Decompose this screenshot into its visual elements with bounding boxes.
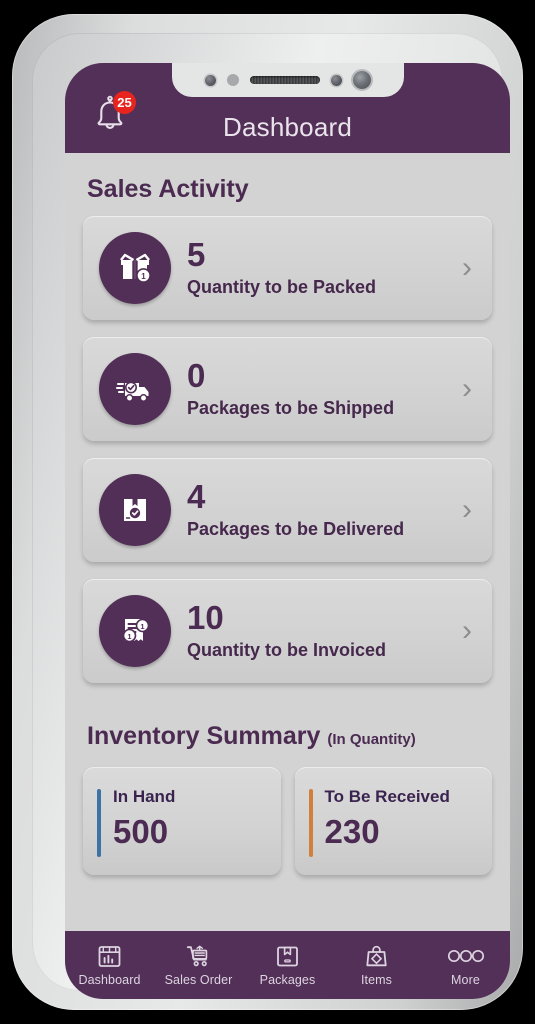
card-value: 5 <box>187 235 206 273</box>
accent-bar <box>97 789 101 857</box>
activity-card-packages-to-be-delivered[interactable]: 4 Packages to be Delivered › <box>83 458 492 562</box>
card-text-block: 10 Quantity to be Invoiced <box>187 598 387 662</box>
inventory-summary-subtitle: (In Quantity) <box>327 731 416 748</box>
card-text-block: 0 Packages to be Shipped <box>187 356 395 420</box>
nav-label: Dashboard <box>78 973 141 987</box>
notification-badge: 25 <box>113 91 136 114</box>
inventory-label: To Be Received <box>324 787 450 806</box>
proximity-sensor-icon <box>204 74 216 86</box>
chevron-right-icon[interactable]: › <box>462 616 472 646</box>
inventory-label: In Hand <box>113 787 176 806</box>
phone-frame: 25 Dashboard Sales Activity 1 5 Quantity… <box>12 14 523 1010</box>
card-label: Packages to be Delivered <box>187 519 405 540</box>
nav-label: More <box>451 973 480 987</box>
more-dots-icon <box>447 943 485 969</box>
activity-card-quantity-to-be-packed[interactable]: 1 5 Quantity to be Packed › <box>83 216 492 320</box>
nav-item-more[interactable]: More <box>421 943 510 987</box>
box-check-icon <box>124 499 146 521</box>
svg-text:1: 1 <box>140 622 144 631</box>
sales-activity-heading: Sales Activity <box>87 175 249 203</box>
invoice-coins-icon: 1 1 <box>122 618 150 643</box>
inventory-card-in-hand[interactable]: In Hand 500 <box>83 767 281 875</box>
shopping-bag-icon <box>364 943 389 969</box>
dashboard-content: Sales Activity 1 5 Quantity to be Packed… <box>65 153 510 931</box>
bottom-navigation-bar: Dashboard Sales Order Packages Items Mor… <box>65 931 510 999</box>
accent-bar <box>308 789 313 857</box>
card-value: 10 <box>187 598 224 636</box>
shopping-cart-icon <box>186 943 212 969</box>
phone-inner-bezel: 25 Dashboard Sales Activity 1 5 Quantity… <box>32 33 510 999</box>
package-box-icon <box>275 943 300 969</box>
nav-label: Packages <box>259 973 316 987</box>
card-icon-wrapper <box>99 353 171 425</box>
phone-screen: 25 Dashboard Sales Activity 1 5 Quantity… <box>65 63 510 999</box>
nav-item-items[interactable]: Items <box>332 943 421 987</box>
notifications-button[interactable]: 25 <box>87 91 136 139</box>
nav-label: Items <box>360 973 393 987</box>
svg-text:1: 1 <box>127 632 131 641</box>
ambient-light-sensor-icon <box>226 74 239 86</box>
chevron-right-icon[interactable]: › <box>462 253 472 283</box>
chevron-right-icon[interactable]: › <box>462 495 472 525</box>
nav-item-packages[interactable]: Packages <box>243 943 332 987</box>
nav-item-dashboard[interactable]: Dashboard <box>65 943 154 987</box>
chevron-right-icon[interactable]: › <box>462 374 472 404</box>
card-value: 4 <box>187 477 206 515</box>
delivery-truck-icon <box>115 381 149 402</box>
inventory-value: 500 <box>113 813 169 850</box>
card-icon-wrapper: 1 1 <box>99 595 171 667</box>
infrared-sensor-icon <box>330 74 342 86</box>
nav-label: Sales Order <box>164 973 233 987</box>
svg-text:1: 1 <box>141 272 146 281</box>
activity-card-quantity-to-be-invoiced[interactable]: 1 1 10 Quantity to be Invoiced › <box>83 579 492 683</box>
inventory-value: 230 <box>324 813 380 850</box>
front-camera-icon <box>352 71 371 89</box>
dashboard-chart-icon <box>97 943 122 969</box>
inventory-card-to-be-received[interactable]: To Be Received 230 <box>294 767 492 875</box>
nav-item-sales-order[interactable]: Sales Order <box>154 943 243 987</box>
inventory-text-block: To Be Received 230 <box>325 787 479 851</box>
card-icon-wrapper: 1 <box>99 232 171 304</box>
open-box-icon: 1 <box>120 253 151 283</box>
card-text-block: 5 Quantity to be Packed <box>187 235 377 299</box>
card-text-block: 4 Packages to be Delivered <box>187 477 405 541</box>
card-icon-wrapper <box>99 474 171 546</box>
card-label: Packages to be Shipped <box>187 398 395 419</box>
phone-notch <box>171 63 404 97</box>
earpiece-speaker-icon <box>249 76 320 84</box>
activity-card-packages-to-be-shipped[interactable]: 0 Packages to be Shipped › <box>83 337 492 441</box>
inventory-cards-row: In Hand 500 To Be Received 230 <box>83 767 492 875</box>
inventory-summary-title: Inventory Summary <box>87 722 321 750</box>
card-label: Quantity to be Invoiced <box>187 640 387 661</box>
card-label: Quantity to be Packed <box>187 277 377 298</box>
inventory-summary-heading: Inventory Summary (In Quantity) <box>83 700 492 763</box>
card-value: 0 <box>187 356 206 394</box>
inventory-text-block: In Hand 500 <box>113 787 267 851</box>
